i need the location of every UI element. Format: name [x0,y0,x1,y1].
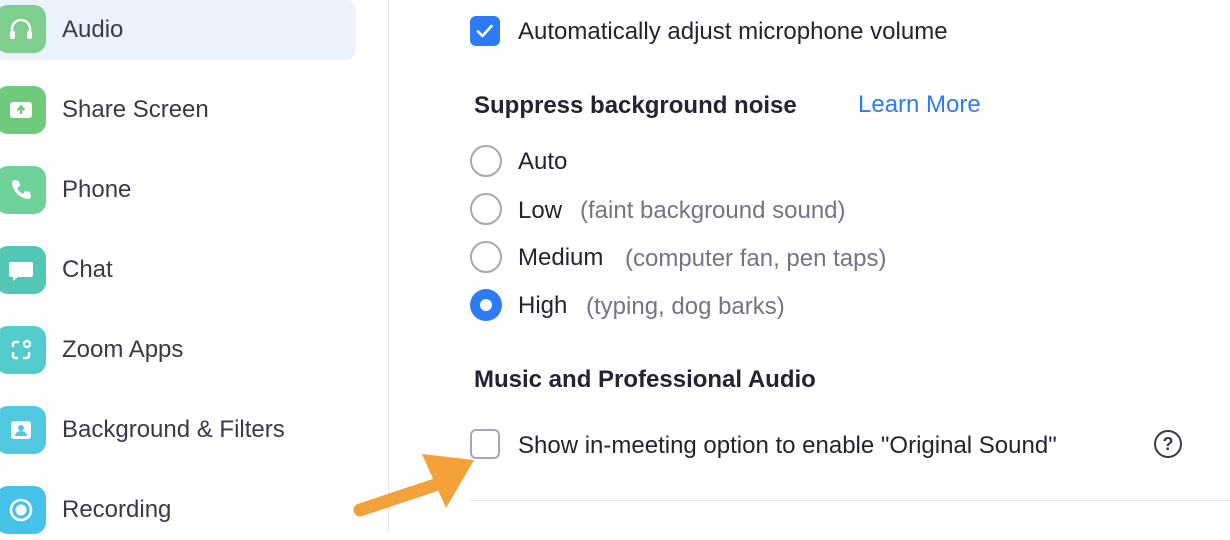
sidebar-item-zoom-apps[interactable]: Zoom Apps [0,320,356,380]
noise-medium-label: Medium [518,244,604,271]
learn-more-link[interactable]: Learn More [858,91,981,119]
sidebar-item-label: Chat [62,256,113,283]
phone-icon [0,166,46,214]
sidebar-item-label: Zoom Apps [62,336,184,363]
noise-low-label: Low [518,197,563,224]
sidebar-item-chat[interactable]: Chat [0,240,356,300]
noise-low-hint: (faint background sound) [580,197,846,224]
annotation-arrow-icon [353,454,474,517]
sidebar-item-background-filters[interactable]: Background & Filters [0,400,356,460]
sidebar-item-audio[interactable]: Audio [0,0,356,60]
sidebar-item-label: Background & Filters [62,416,285,443]
noise-low-radio[interactable] [470,193,502,225]
portrait-icon [0,406,46,454]
noise-high-hint: (typing, dog barks) [586,293,785,320]
noise-medium-hint: (computer fan, pen taps) [625,245,887,272]
auto-adjust-mic-label: Automatically adjust microphone volume [518,18,948,45]
sidebar-item-label: Share Screen [62,96,209,123]
settings-sidebar: Audio Share Screen Phone Chat Zoom Apps … [0,0,389,534]
sidebar-item-label: Phone [62,176,132,203]
apps-icon [0,326,46,374]
auto-adjust-mic-checkbox[interactable] [470,16,500,46]
music-audio-heading: Music and Professional Audio [474,366,816,393]
record-icon [0,486,46,534]
noise-high-label: High [518,292,568,319]
sidebar-item-label: Recording [62,496,172,523]
noise-auto-radio[interactable] [470,145,502,177]
sidebar-item-recording[interactable]: Recording [0,480,356,540]
checkmark-icon [476,24,493,38]
sidebar-item-label: Audio [62,16,124,43]
share-screen-icon [0,86,46,134]
noise-high-radio[interactable] [470,289,502,321]
headphones-icon [0,5,46,53]
noise-medium-radio[interactable] [470,241,502,273]
suppress-noise-heading: Suppress background noise [474,92,797,119]
help-icon[interactable]: ? [1154,430,1182,458]
section-divider [470,500,1230,501]
noise-auto-label: Auto [518,148,568,175]
sidebar-item-share-screen[interactable]: Share Screen [0,80,356,140]
chat-bubble-icon [0,246,46,294]
sidebar-item-phone[interactable]: Phone [0,160,356,220]
original-sound-label: Show in-meeting option to enable "Origin… [518,432,1057,459]
